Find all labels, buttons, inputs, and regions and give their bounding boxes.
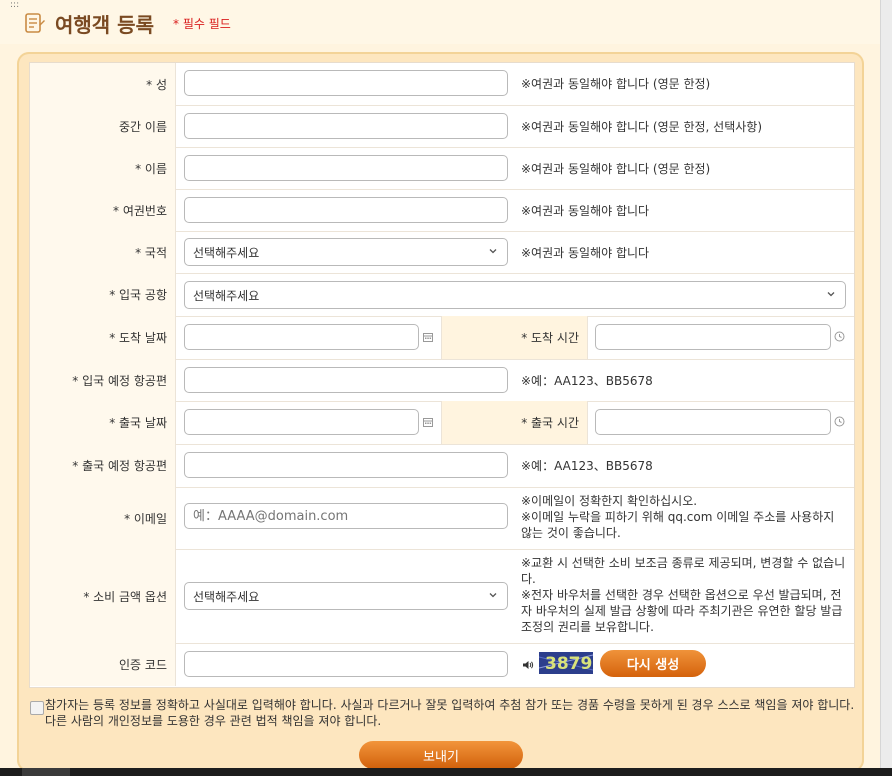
row-email: * 이메일 ※이메일이 정확한지 확인하십시오. ※이메일 누락을 피하기 위해… bbox=[30, 487, 854, 550]
row-middle-name: 중간 이름 ※여권과 동일해야 합니다 (영문 한정, 선택사항) bbox=[30, 105, 854, 148]
entry-airport-select-value: 선택해주세요 bbox=[193, 288, 260, 303]
page-title: 여행객 등록 bbox=[55, 13, 154, 37]
departure-date-input[interactable] bbox=[184, 409, 419, 435]
given-name-label: * 이름 bbox=[30, 147, 176, 189]
row-departure-flight: * 출국 예정 항공편 ※예：AA123、BB5678 bbox=[30, 444, 854, 488]
subsidy-note-voucher: ※전자 바우처를 선택한 경우 선택한 옵션으로 우선 발급되며, 전자 바우처… bbox=[521, 588, 843, 634]
given-name-note: ※여권과 동일해야 합니다 (영문 한정) bbox=[521, 162, 711, 176]
entry-airport-label: * 입국 공항 bbox=[30, 273, 176, 316]
agreement-checkbox[interactable] bbox=[30, 701, 44, 715]
departure-date-label: * 출국 날짜 bbox=[30, 401, 176, 444]
taskbar bbox=[0, 768, 892, 776]
arrival-time-input[interactable] bbox=[595, 324, 831, 350]
subsidy-select[interactable]: 선택해주세요 bbox=[184, 582, 508, 610]
row-captcha: 인증 코드 3879 다시 생성 bbox=[30, 643, 854, 686]
row-arrival: * 도착 날짜 * 도착 시간 bbox=[30, 316, 854, 360]
captcha-code: 3879 bbox=[545, 654, 592, 674]
subsidy-select-value: 선택해주세요 bbox=[193, 589, 260, 604]
row-passport: * 여권번호 ※여권과 동일해야 합니다 bbox=[30, 189, 854, 232]
clock-icon[interactable] bbox=[834, 416, 845, 427]
arrival-flight-label: * 입국 예정 항공편 bbox=[30, 359, 176, 401]
surname-label: * 성 bbox=[30, 63, 176, 105]
chevron-down-icon bbox=[489, 249, 497, 254]
clock-icon[interactable] bbox=[834, 331, 845, 342]
chevron-down-icon bbox=[489, 593, 497, 598]
surname-input[interactable] bbox=[184, 70, 508, 96]
entry-airport-select[interactable]: 선택해주세요 bbox=[184, 281, 846, 309]
passport-note: ※여권과 동일해야 합니다 bbox=[521, 204, 650, 218]
form-document-icon bbox=[25, 13, 45, 33]
nationality-select[interactable]: 선택해주세요 bbox=[184, 238, 508, 266]
calendar-icon[interactable] bbox=[423, 332, 433, 342]
drag-handle-icon[interactable]: ::: bbox=[10, 0, 19, 10]
required-fields-note: * 필수 필드 bbox=[173, 17, 231, 31]
speaker-icon[interactable] bbox=[522, 660, 534, 670]
row-departure: * 출국 날짜 * 출국 시간 bbox=[30, 401, 854, 445]
row-subsidy: * 소비 금액 옵션 선택해주세요 ※교환 시 선택한 소비 보조금 종류로 제… bbox=[30, 549, 854, 644]
departure-time-input[interactable] bbox=[595, 409, 831, 435]
middle-name-input[interactable] bbox=[184, 113, 508, 139]
row-nationality: * 국적 선택해주세요 ※여권과 동일해야 합니다 bbox=[30, 231, 854, 274]
email-label: * 이메일 bbox=[30, 487, 176, 549]
subsidy-note-exchange: ※교환 시 선택한 소비 보조금 종류로 제공되며, 변경할 수 없습니다. bbox=[521, 556, 846, 586]
agreement-text: 참가자는 등록 정보를 정확하고 사실대로 입력해야 합니다. 사실과 다르거나… bbox=[45, 698, 855, 728]
scrollbar[interactable] bbox=[880, 0, 892, 776]
calendar-icon[interactable] bbox=[423, 417, 433, 427]
subsidy-note: ※교환 시 선택한 소비 보조금 종류로 제공되며, 변경할 수 없습니다. ※… bbox=[521, 555, 847, 635]
arrival-time-label: * 도착 시간 bbox=[441, 316, 588, 359]
email-note-check: ※이메일이 정확한지 확인하십시오. bbox=[521, 494, 698, 508]
passport-input[interactable] bbox=[184, 197, 508, 223]
subsidy-label: * 소비 금액 옵션 bbox=[30, 549, 176, 643]
chevron-down-icon bbox=[827, 292, 835, 297]
nationality-note: ※여권과 동일해야 합니다 bbox=[521, 246, 650, 260]
captcha-label: 인증 코드 bbox=[30, 643, 176, 686]
departure-flight-note: ※예：AA123、BB5678 bbox=[521, 459, 653, 473]
arrival-flight-note: ※예：AA123、BB5678 bbox=[521, 374, 653, 388]
departure-flight-input[interactable] bbox=[184, 452, 508, 478]
registration-form: * 성 ※여권과 동일해야 합니다 (영문 한정) 중간 이름 ※여권과 동일해… bbox=[29, 62, 855, 688]
nationality-label: * 국적 bbox=[30, 231, 176, 273]
captcha-input[interactable] bbox=[184, 651, 508, 677]
nationality-select-value: 선택해주세요 bbox=[193, 245, 260, 260]
given-name-input[interactable] bbox=[184, 155, 508, 181]
arrival-date-input[interactable] bbox=[184, 324, 419, 350]
email-note: ※이메일이 정확한지 확인하십시오. ※이메일 누락을 피하기 위해 qq.co… bbox=[521, 493, 847, 541]
captcha-noise: 3879 bbox=[538, 654, 594, 674]
email-input[interactable] bbox=[184, 503, 508, 529]
row-surname: * 성 ※여권과 동일해야 합니다 (영문 한정) bbox=[30, 63, 854, 106]
middle-name-note: ※여권과 동일해야 합니다 (영문 한정, 선택사항) bbox=[521, 120, 763, 134]
passport-label: * 여권번호 bbox=[30, 189, 176, 231]
row-given-name: * 이름 ※여권과 동일해야 합니다 (영문 한정) bbox=[30, 147, 854, 190]
row-arrival-flight: * 입국 예정 항공편 ※예：AA123、BB5678 bbox=[30, 359, 854, 402]
email-note-qq: ※이메일 누락을 피하기 위해 qq.com 이메일 주소를 사용하지 않는 것… bbox=[521, 510, 835, 540]
submit-button[interactable]: 보내기 bbox=[359, 741, 523, 769]
row-entry-airport: * 입국 공항 선택해주세요 bbox=[30, 273, 854, 317]
middle-name-label: 중간 이름 bbox=[30, 105, 176, 147]
arrival-flight-input[interactable] bbox=[184, 367, 508, 393]
departure-time-label: * 출국 시간 bbox=[441, 401, 588, 444]
departure-flight-label: * 출국 예정 항공편 bbox=[30, 444, 176, 487]
arrival-date-label: * 도착 날짜 bbox=[30, 316, 176, 359]
taskbar-item[interactable] bbox=[22, 768, 70, 776]
regenerate-captcha-button[interactable]: 다시 생성 bbox=[600, 650, 706, 677]
surname-note: ※여권과 동일해야 합니다 (영문 한정) bbox=[521, 77, 711, 91]
captcha-image: 3879 bbox=[538, 652, 594, 674]
page-header: ::: 여행객 등록 * 필수 필드 bbox=[0, 0, 880, 44]
